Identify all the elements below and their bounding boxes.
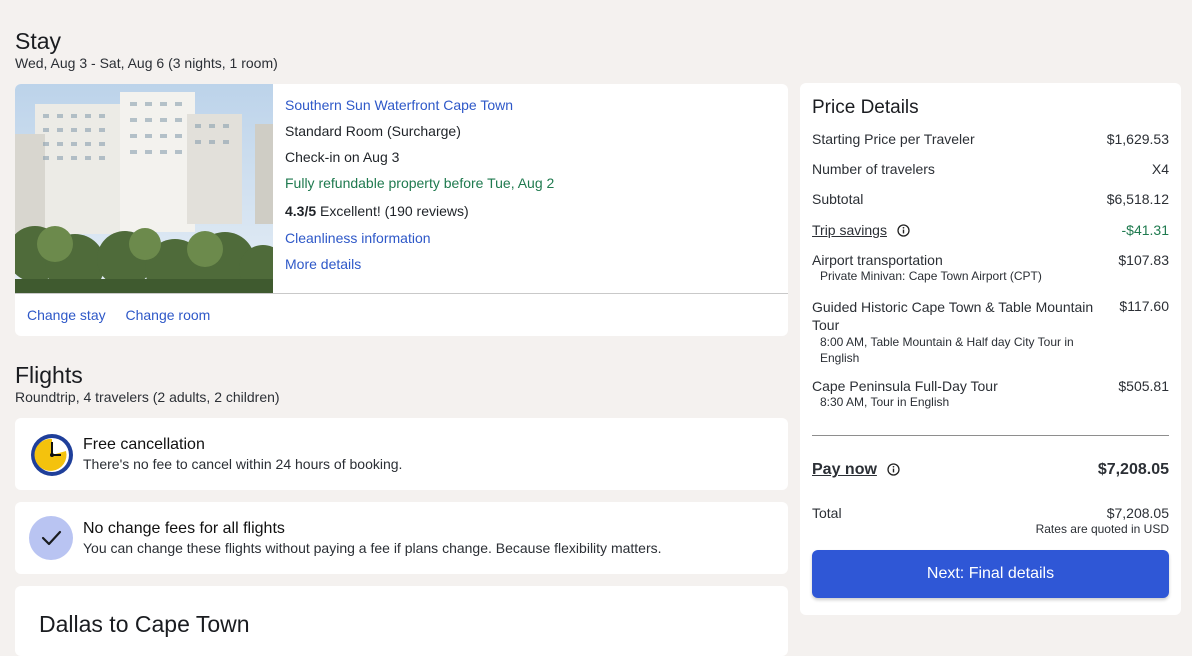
flights-heading: Flights — [15, 362, 83, 388]
price-details-panel: Price Details Starting Price per Travele… — [800, 83, 1181, 615]
no-change-fees-text: You can change these flights without pay… — [83, 540, 662, 556]
cleanliness-link[interactable]: Cleanliness information — [285, 230, 431, 246]
pay-now-value: $7,208.05 — [1097, 461, 1169, 478]
price-value: $107.83 — [1118, 252, 1169, 268]
info-icon[interactable] — [887, 463, 901, 476]
price-label: Guided Historic Cape Town & Table Mounta… — [812, 299, 1094, 333]
change-stay-link[interactable]: Change stay — [27, 307, 106, 323]
free-cancellation-title: Free cancellation — [83, 436, 205, 453]
total-row: Total $7,208.05 Rates are quoted in USD — [812, 505, 1169, 539]
price-row-starting: Starting Price per Traveler $1,629.53 — [812, 131, 1169, 149]
divider — [15, 293, 788, 294]
rating-score: 4.3/5 — [285, 203, 317, 219]
checkmark-icon — [29, 516, 73, 560]
price-label: Airport transportation — [812, 252, 943, 268]
divider — [812, 435, 1169, 436]
price-note: 8:30 AM, Tour in English — [820, 395, 950, 409]
price-row-guided-tour: Guided Historic Cape Town & Table Mounta… — [812, 298, 1169, 366]
price-value: $505.81 — [1118, 378, 1169, 394]
price-value: X4 — [1151, 161, 1169, 177]
currency-note: Rates are quoted in USD — [1035, 522, 1169, 536]
price-label: Starting Price per Traveler — [812, 131, 975, 147]
free-cancellation-text: There's no fee to cancel within 24 hours… — [83, 456, 403, 472]
flight-route-card: Dallas to Cape Town — [15, 586, 788, 656]
checkin-date: Check-in on Aug 3 — [285, 149, 400, 165]
savings-value: -$41.31 — [1121, 222, 1169, 238]
price-row-savings: Trip savings -$41.31 — [812, 222, 1169, 240]
clock-icon — [31, 434, 73, 476]
more-details-link[interactable]: More details — [285, 256, 361, 272]
price-note: 8:00 AM, Table Mountain & Half day City … — [820, 335, 1074, 365]
hotel-photo[interactable] — [15, 84, 273, 293]
price-label: Number of travelers — [812, 161, 935, 177]
stay-actions: Change stay Change room — [27, 307, 226, 323]
stay-heading: Stay — [15, 28, 62, 54]
free-cancellation-card: Free cancellation There's no fee to canc… — [15, 418, 788, 490]
pay-now-link[interactable]: Pay now — [812, 461, 877, 478]
price-label: Subtotal — [812, 191, 864, 207]
price-value: $117.60 — [1119, 298, 1169, 314]
info-icon[interactable] — [897, 224, 910, 237]
refund-policy: Fully refundable property before Tue, Au… — [285, 175, 555, 191]
trip-savings-link[interactable]: Trip savings — [812, 222, 887, 238]
price-row-peninsula-tour: Cape Peninsula Full-Day Tour $505.81 8:3… — [812, 378, 1169, 412]
total-label: Total — [812, 505, 842, 521]
room-type: Standard Room (Surcharge) — [285, 123, 461, 139]
price-row-airport: Airport transportation $107.83 Private M… — [812, 252, 1169, 286]
hotel-card: Southern Sun Waterfront Cape Town Standa… — [15, 84, 788, 336]
price-note: Private Minivan: Cape Town Airport (CPT) — [820, 269, 1042, 283]
hotel-details: Southern Sun Waterfront Cape Town Standa… — [285, 84, 785, 293]
price-label: Cape Peninsula Full-Day Tour — [812, 378, 998, 394]
price-row-subtotal: Subtotal $6,518.12 — [812, 191, 1169, 209]
next-final-details-button[interactable]: Next: Final details — [812, 550, 1169, 598]
pay-now-label[interactable]: Pay now — [812, 461, 901, 479]
stay-dates: Wed, Aug 3 - Sat, Aug 6 (3 nights, 1 roo… — [15, 55, 278, 71]
no-change-fees-card: No change fees for all flights You can c… — [15, 502, 788, 574]
rating-text: Excellent! (190 reviews) — [320, 203, 469, 219]
hotel-name-link[interactable]: Southern Sun Waterfront Cape Town — [285, 97, 513, 113]
flights-subtitle: Roundtrip, 4 travelers (2 adults, 2 chil… — [15, 389, 280, 405]
price-row-travelers: Number of travelers X4 — [812, 161, 1169, 179]
price-value: $1,629.53 — [1106, 131, 1169, 147]
total-value: $7,208.05 — [1106, 505, 1169, 521]
no-change-fees-title: No change fees for all flights — [83, 520, 285, 537]
change-room-link[interactable]: Change room — [126, 307, 211, 323]
hotel-image — [15, 84, 273, 293]
flight-route-title: Dallas to Cape Town — [39, 611, 250, 637]
price-value: $6,518.12 — [1106, 191, 1169, 207]
pay-now-row: Pay now $7,208.05 — [812, 461, 1169, 483]
rating: 4.3/5 Excellent! (190 reviews) — [285, 203, 469, 219]
price-details-title: Price Details — [812, 97, 919, 118]
trip-savings-label[interactable]: Trip savings — [812, 222, 910, 238]
